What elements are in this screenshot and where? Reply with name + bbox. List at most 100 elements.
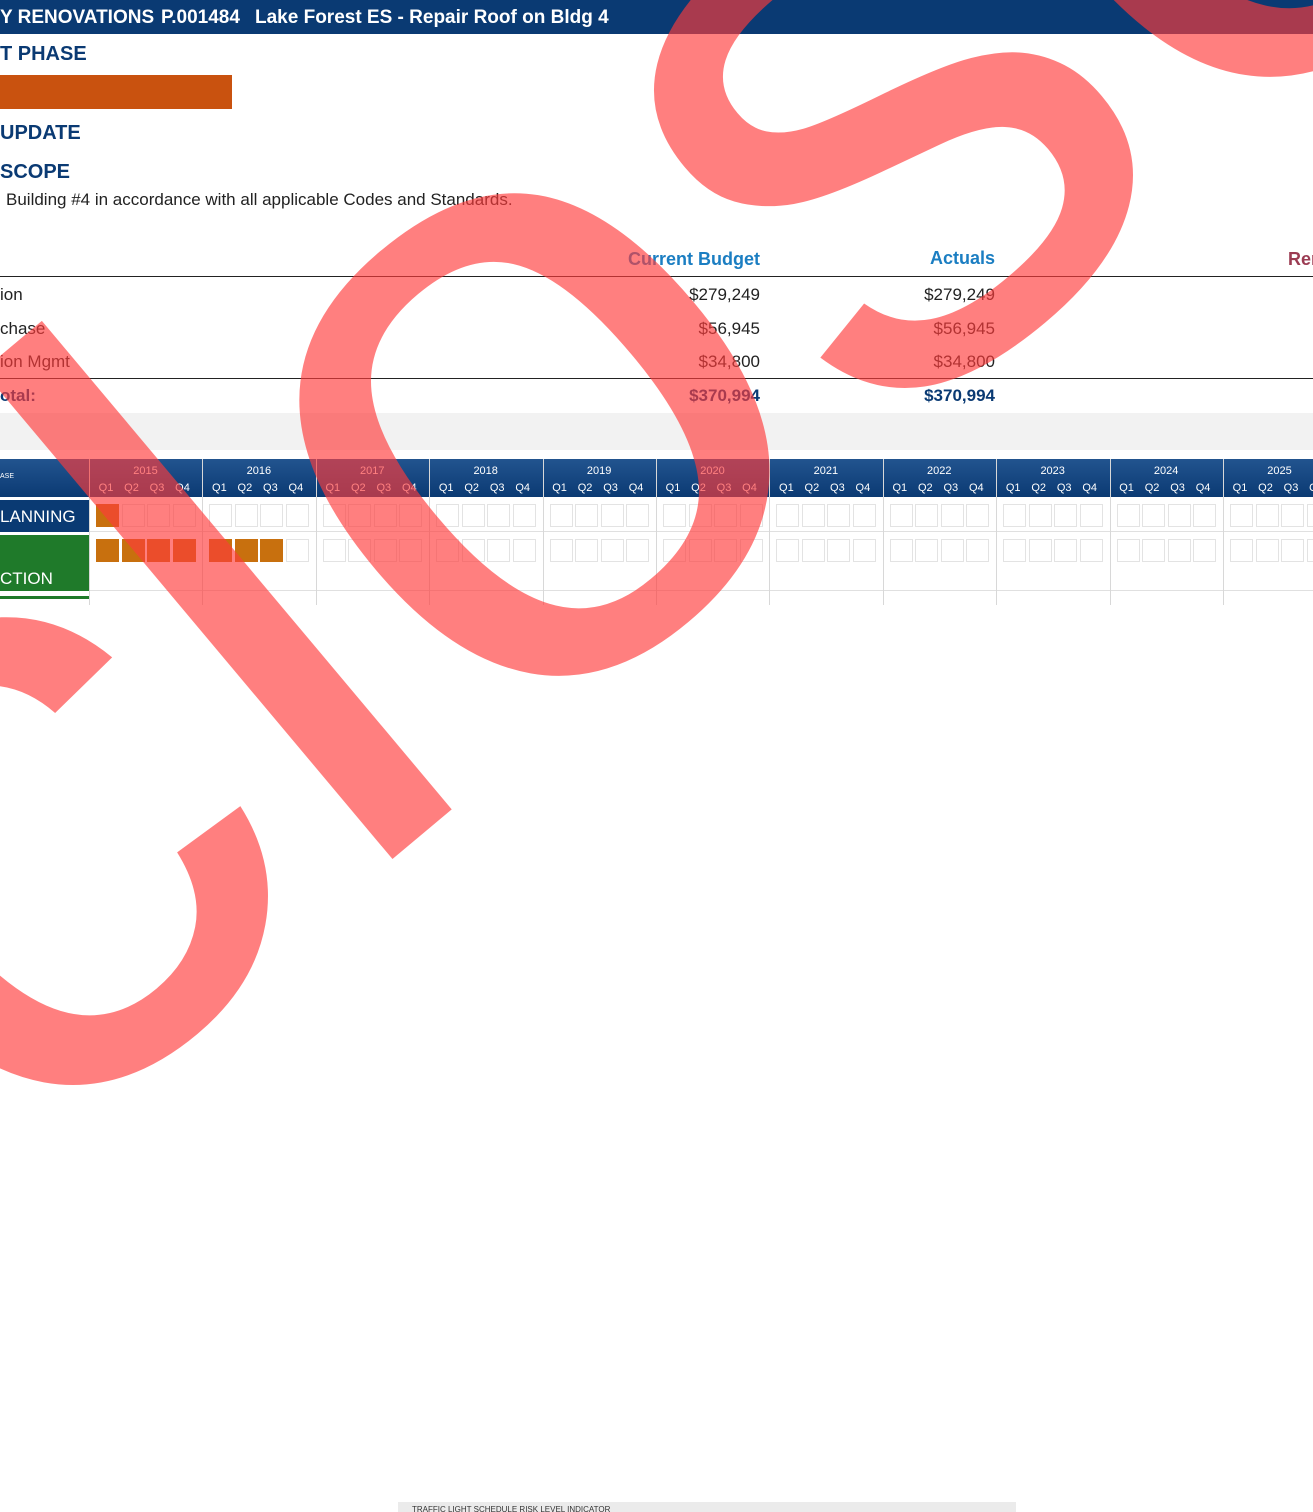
quarter-label: Q2 (124, 482, 139, 494)
schedule-empty-cell (1142, 504, 1166, 527)
quarter-label: Q1 (98, 482, 114, 494)
quarter-label: Q4 (175, 482, 190, 494)
schedule-empty-cell (827, 504, 851, 527)
schedule-empty-cell (889, 504, 913, 527)
schedule-empty-cell (915, 504, 939, 527)
schedule-empty-cell (1028, 539, 1052, 562)
schedule-empty-cell (801, 539, 825, 562)
year-label: 2019 (586, 465, 612, 477)
quarter-label: Q2 (1144, 482, 1160, 494)
schedule-empty-cell (322, 539, 346, 562)
year-label: 2025 (1267, 465, 1292, 477)
row-divider (89, 531, 1313, 532)
schedule-bar-cell (96, 539, 119, 562)
quarter-label: Q4 (628, 482, 644, 494)
quarter-label: Q4 (855, 482, 871, 494)
schedule-empty-cell (285, 504, 309, 527)
schedule-empty-cell (852, 504, 876, 527)
program-name: Y RENOVATIONS (0, 7, 155, 28)
schedule-empty-cell (260, 504, 284, 527)
quarter-label: Q2 (577, 482, 593, 494)
schedule-empty-cell (1255, 539, 1279, 562)
schedule-empty-cell (322, 504, 346, 527)
row-actuals: $279,249 (924, 285, 995, 304)
year-gridline (89, 459, 90, 605)
schedule-empty-cell (600, 504, 624, 527)
quarter-label: Q1 (665, 482, 681, 494)
schedule-empty-cell (801, 504, 825, 527)
quarter-label: Q1 (325, 482, 341, 494)
phase-label-strip (0, 596, 89, 599)
schedule-empty-cell (121, 504, 145, 527)
schedule-empty-cell (461, 539, 485, 562)
schedule-empty-cell (663, 539, 686, 562)
quarter-label: Q1 (212, 482, 227, 494)
schedule-empty-cell (776, 504, 800, 527)
quarter-label: Q3 (943, 482, 959, 494)
schedule-bar-cell (209, 539, 233, 562)
schedule-empty-cell (399, 539, 423, 562)
schedule-empty-cell (348, 504, 372, 527)
schedule-empty-cell (1306, 539, 1313, 562)
schedule-empty-cell (1255, 504, 1279, 527)
quarter-label: Q1 (892, 482, 908, 494)
closed-watermark: closed (0, 0, 1313, 1323)
schedule-empty-cell (487, 504, 511, 527)
update-heading: UPDATE (0, 122, 81, 144)
phase-label: CTION (0, 535, 89, 591)
quarter-label: Q1 (438, 482, 454, 494)
total-actuals: $370,994 (924, 386, 995, 405)
schedule-empty-cell (1281, 539, 1304, 562)
schedule-empty-cell (348, 539, 372, 562)
column-remaining: Rer (1288, 249, 1313, 269)
quarter-label: Q4 (515, 482, 531, 494)
schedule-empty-cell (373, 539, 397, 562)
schedule-empty-cell (549, 504, 573, 527)
schedule-empty-cell (626, 539, 650, 562)
year-gridline (996, 459, 998, 605)
schedule-bar-cell (147, 539, 170, 562)
scope-heading: SCOPE (0, 161, 71, 183)
schedule-empty-cell (1079, 504, 1103, 527)
quarter-label: Q2 (1031, 482, 1047, 494)
quarter-label: Q4 (288, 482, 304, 494)
schedule-empty-cell (966, 539, 990, 562)
scope-description: Building #4 in accordance with all appli… (6, 190, 513, 209)
schedule-empty-cell (512, 539, 536, 562)
quarter-label: Q3 (263, 482, 278, 494)
schedule-empty-cell (1054, 539, 1078, 562)
year-gridline (315, 459, 317, 605)
row-divider (89, 590, 1313, 591)
quarter-label: Q4 (401, 482, 417, 494)
quarter-label: Q2 (917, 482, 933, 494)
year-gridline (882, 459, 884, 605)
quarter-label: Q1 (552, 482, 567, 494)
schedule-empty-cell (575, 539, 599, 562)
schedule-bar-cell (234, 539, 258, 562)
schedule-empty-cell (399, 504, 423, 527)
schedule-empty-cell (1003, 539, 1027, 562)
column-actuals: Actuals (929, 248, 995, 268)
schedule-bar-cell (96, 504, 119, 527)
schedule-empty-cell (1281, 504, 1304, 527)
schedule-empty-cell (1193, 504, 1217, 527)
year-label: 2021 (813, 465, 839, 477)
schedule-empty-cell (1116, 504, 1140, 527)
year-label: 2024 (1153, 465, 1179, 477)
year-label: 2015 (133, 465, 158, 477)
year-gridline (202, 459, 204, 605)
table-total-rule (0, 378, 1313, 379)
schedule-empty-cell (1193, 539, 1217, 562)
phase-heading: T PHASE (0, 43, 87, 65)
quarter-label: Q4 (1082, 482, 1098, 494)
row-budget: $34,800 (698, 352, 760, 371)
schedule-bar-cell (121, 539, 145, 562)
schedule-empty-cell (739, 504, 763, 527)
schedule-empty-cell (1142, 539, 1166, 562)
quarter-label: Q1 (779, 482, 794, 494)
quarter-label: Q4 (968, 482, 984, 494)
project-id: P.001484 (161, 7, 240, 28)
schedule-empty-cell (714, 539, 737, 562)
quarter-label: Q2 (237, 482, 253, 494)
schedule-empty-cell (852, 539, 876, 562)
